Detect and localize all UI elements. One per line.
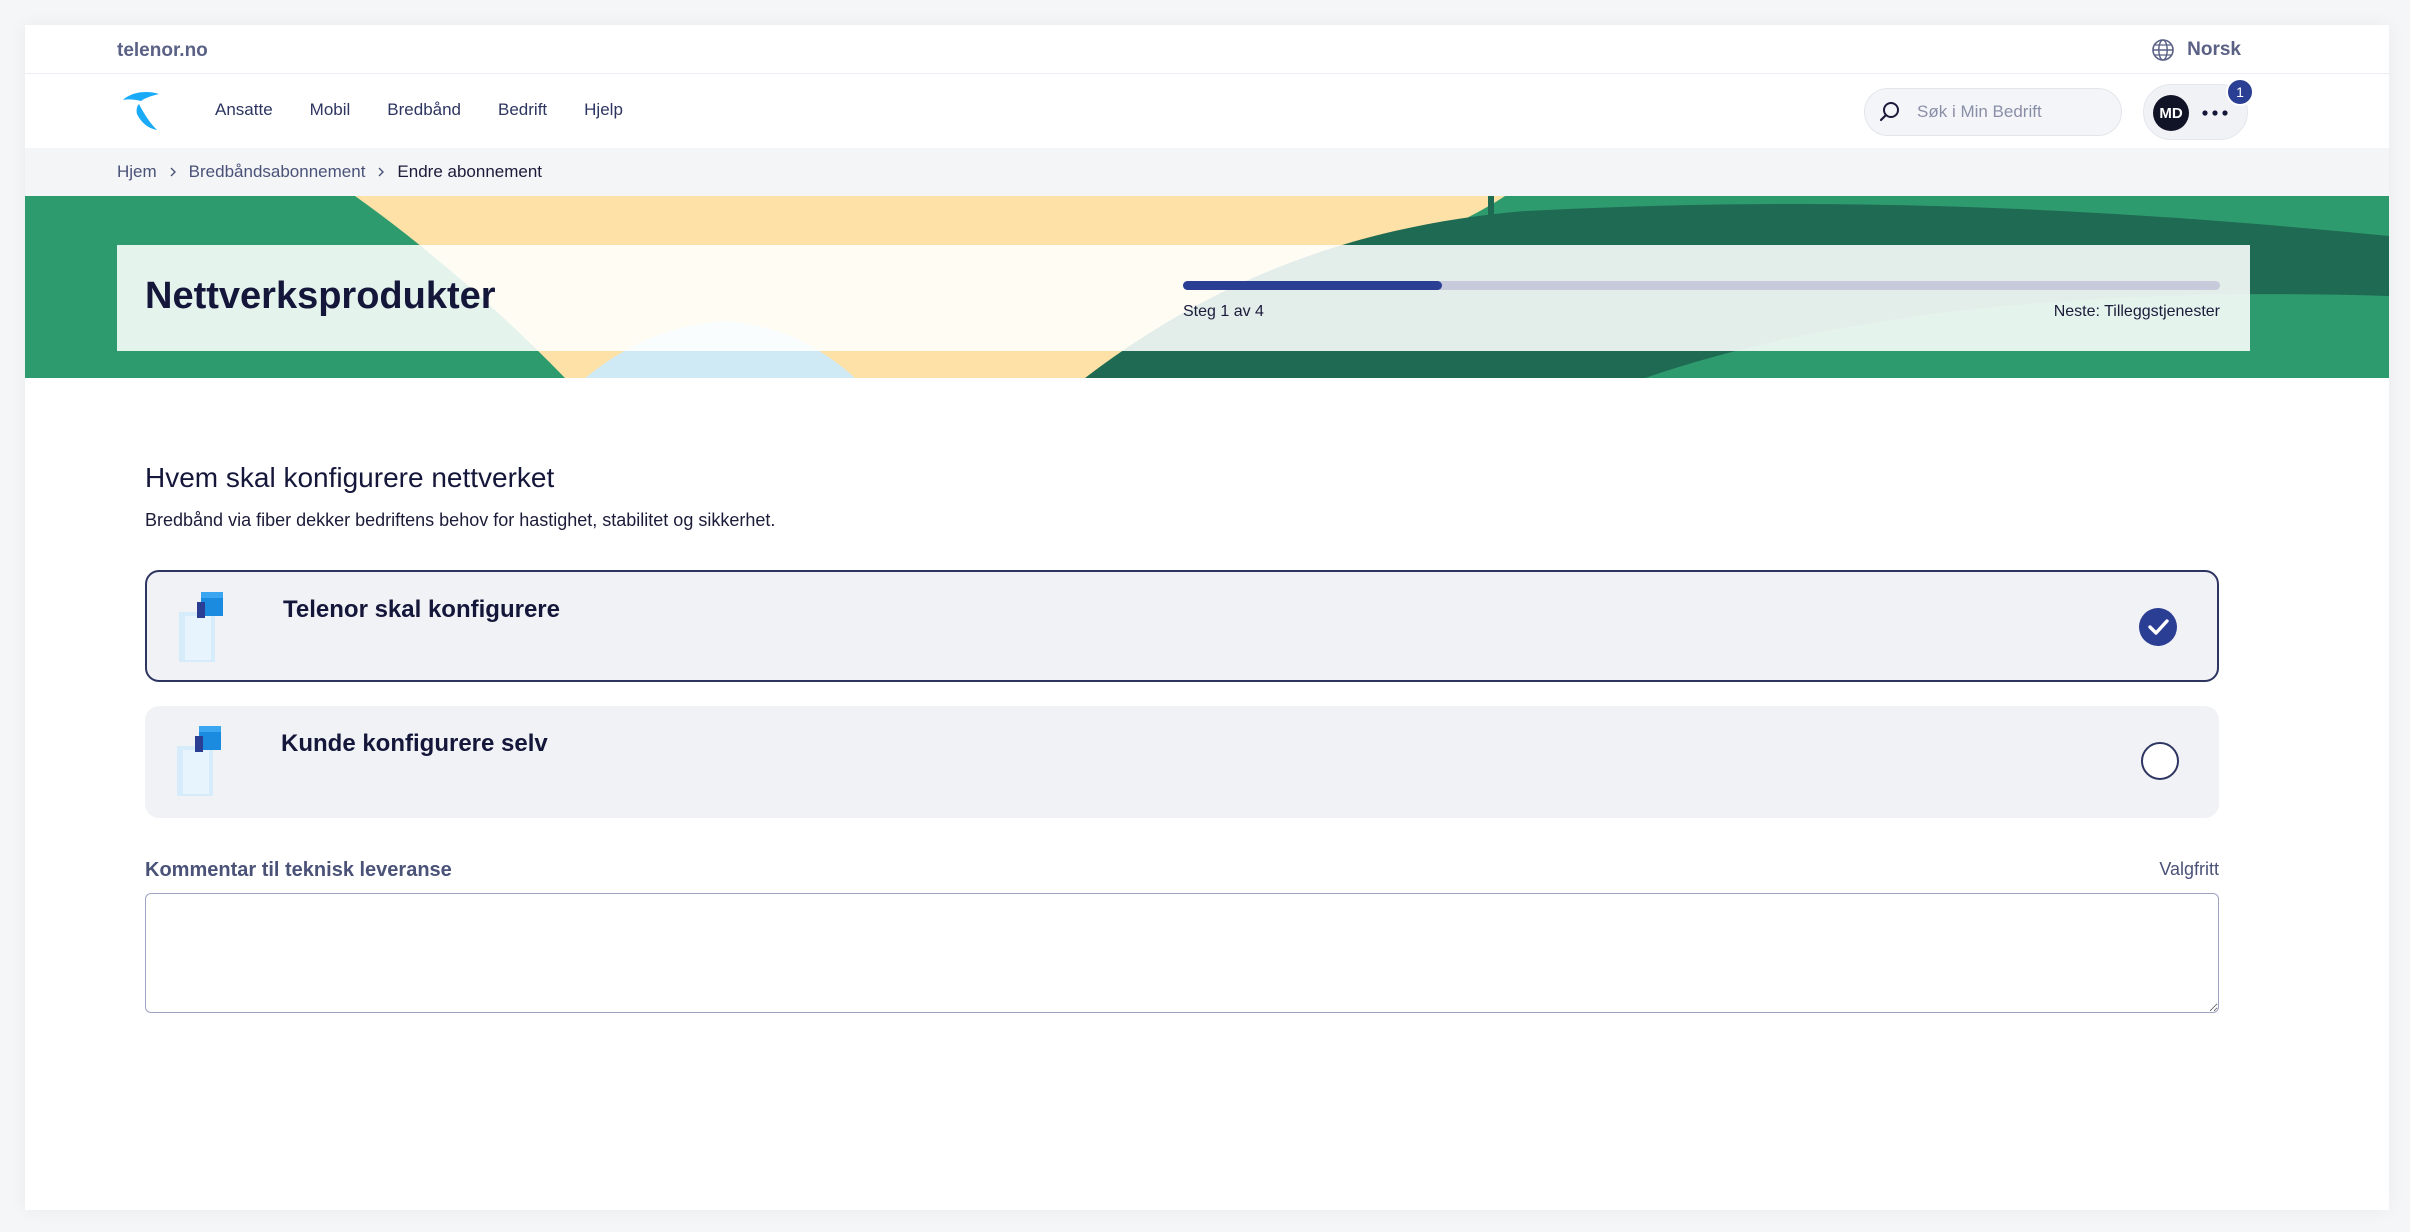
language-selector[interactable]: Norsk: [2151, 38, 2241, 62]
globe-icon: [2152, 39, 2174, 61]
nav-links: Ansatte Mobil Bredbånd Bedrift Hjelp: [215, 100, 623, 120]
telenor-logo-icon[interactable]: [117, 88, 165, 134]
boxes-icon: [179, 592, 223, 662]
utility-bar: telenor.no Norsk: [25, 25, 2389, 74]
breadcrumb: Hjem Bredbåndsabonnement Endre abonnemen…: [25, 148, 2389, 196]
chevron-right-icon: [378, 167, 385, 177]
radio-unselected[interactable]: [2141, 742, 2179, 780]
more-icon: [2202, 110, 2228, 116]
radio-selected[interactable]: [2139, 608, 2177, 646]
breadcrumb-subscription[interactable]: Bredbåndsabonnement: [189, 162, 366, 182]
step-indicator: Steg 1 av 4: [1183, 303, 1264, 320]
main-nav: Ansatte Mobil Bredbånd Bedrift Hjelp MD …: [25, 74, 2389, 148]
comment-textarea[interactable]: [145, 893, 2219, 1013]
nav-link-bedrift[interactable]: Bedrift: [498, 100, 547, 120]
avatar: MD: [2153, 95, 2189, 131]
checkmark-icon: [2148, 619, 2169, 635]
nav-link-mobil[interactable]: Mobil: [310, 100, 351, 120]
option-label: Kunde konfigurere selv: [281, 730, 548, 757]
hero-card: Nettverksprodukter Steg 1 av 4 Neste: Ti…: [117, 245, 2250, 351]
progress-fill: [1183, 281, 1443, 290]
boxes-icon: [177, 726, 221, 796]
site-link[interactable]: telenor.no: [117, 40, 208, 62]
search-input[interactable]: [1917, 102, 2097, 122]
comment-label: Kommentar til teknisk leveranse: [145, 859, 452, 881]
page-title: Nettverksprodukter: [145, 275, 496, 317]
nav-link-ansatte[interactable]: Ansatte: [215, 100, 273, 120]
breadcrumb-current: Endre abonnement: [397, 162, 543, 181]
breadcrumb-home[interactable]: Hjem: [117, 162, 157, 182]
notification-badge: 1: [2226, 78, 2254, 106]
nav-link-bredband[interactable]: Bredbånd: [387, 100, 461, 120]
chevron-right-icon: [170, 167, 176, 177]
nav-link-hjelp[interactable]: Hjelp: [584, 100, 623, 120]
progress-bar: [1183, 281, 2220, 290]
section-description: Bredbånd via fiber dekker bedriftens beh…: [145, 510, 776, 530]
option-telenor-configure[interactable]: Telenor skal konfigurere: [145, 570, 2219, 682]
option-customer-configure[interactable]: Kunde konfigurere selv: [145, 706, 2219, 818]
next-step-label: Neste: Tilleggstjenester: [2053, 303, 2220, 320]
hero-banner: Nettverksprodukter Steg 1 av 4 Neste: Ti…: [25, 196, 2389, 378]
optional-hint: Valgfritt: [2159, 859, 2219, 879]
option-label: Telenor skal konfigurere: [283, 596, 560, 623]
search-box[interactable]: [1864, 88, 2122, 136]
search-icon: [1879, 102, 1899, 122]
section-title: Hvem skal konfigurere nettverket: [145, 462, 555, 493]
language-label: Norsk: [2187, 39, 2241, 60]
page: telenor.no Norsk Ansatte Mobil Bredbånd …: [25, 25, 2389, 1210]
